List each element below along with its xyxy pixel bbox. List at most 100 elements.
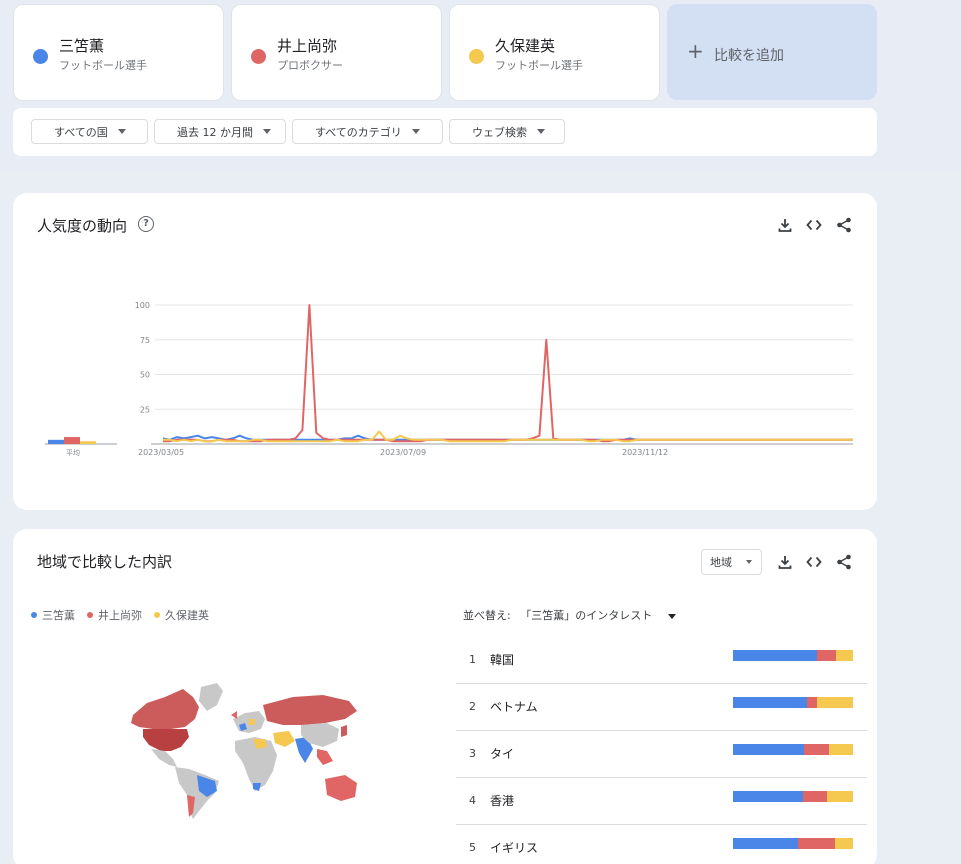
filter-country-label: すべての国	[54, 125, 108, 139]
region-rank-row[interactable]: 3 タイ	[456, 730, 867, 778]
term-card-3[interactable]: 久保建英 フットボール選手	[449, 4, 660, 101]
map-region-greenland[interactable]	[199, 683, 223, 711]
rank-share-bar	[733, 838, 853, 849]
filter-search-type[interactable]: ウェブ検索	[449, 119, 565, 144]
rank-share-bar	[733, 744, 853, 755]
map-region-japan[interactable]	[341, 725, 347, 737]
share-segment-3	[816, 697, 853, 708]
share-segment-2	[802, 791, 827, 802]
map-region-germany[interactable]	[249, 719, 255, 725]
region-rank-row[interactable]: 5 イギリス	[456, 824, 867, 864]
world-map[interactable]	[113, 679, 363, 824]
legend-item-2: 井上尚弥	[87, 607, 142, 623]
map-region-uk[interactable]	[231, 711, 237, 719]
rank-region-name: イギリス	[490, 841, 539, 855]
region-rank-row[interactable]: 2 ベトナム	[456, 683, 867, 731]
caret-down-icon	[117, 129, 126, 134]
rank-share-bar	[733, 650, 853, 661]
share-segment-1	[733, 838, 798, 849]
region-breakdown-card: 地域で比較した内訳 地域 三笘薫 井上尚弥 久保建英 並べ替え: 「三笘薫」のイ…	[13, 529, 877, 864]
share-segment-2	[807, 697, 817, 708]
legend-item-3: 久保建英	[154, 607, 209, 623]
google-trends-page: 三笘薫 フットボール選手 井上尚弥 プロボクサー 久保建英 フットボール選手 +…	[0, 0, 961, 864]
y-tick-label: 75	[140, 336, 150, 345]
y-tick-label: 50	[140, 371, 150, 380]
plus-icon: +	[687, 39, 704, 63]
filter-country[interactable]: すべての国	[31, 119, 148, 144]
rank-region-name: ベトナム	[490, 700, 538, 714]
term-card-2[interactable]: 井上尚弥 プロボクサー	[231, 4, 442, 101]
share-segment-3	[826, 791, 853, 802]
term-card-1[interactable]: 三笘薫 フットボール選手	[13, 4, 224, 101]
share-segment-3	[836, 650, 853, 661]
region-level-select[interactable]: 地域	[701, 549, 762, 575]
legend-label-2: 井上尚弥	[98, 609, 142, 622]
average-bar	[48, 439, 64, 444]
rank-share-bar	[733, 697, 853, 708]
term-color-dot-3	[469, 49, 484, 64]
interest-over-time-card: 人気度の動向 ? 100 75 50 25 平均 2023/03/05 2023/07/09…	[13, 193, 877, 510]
filter-period[interactable]: 過去 12 か月間	[154, 119, 286, 144]
legend-dot-1	[31, 612, 37, 618]
legend-dot-2	[87, 612, 93, 618]
caret-down-icon	[667, 613, 676, 619]
rank-number: 1	[469, 653, 476, 666]
sort-value: 「三笘薫」のインタレスト	[520, 609, 653, 622]
average-label: 平均	[66, 448, 80, 457]
region-breakdown-title: 地域で比較した内訳	[37, 553, 173, 571]
map-region-mexico[interactable]	[151, 749, 177, 767]
map-region-australia[interactable]	[325, 775, 357, 801]
map-region-russia[interactable]	[263, 695, 357, 725]
share-segment-2	[797, 838, 835, 849]
compare-header-band: 三笘薫 フットボール選手 井上尚弥 プロボクサー 久保建英 フットボール選手 +…	[0, 0, 961, 172]
map-region-usa[interactable]	[143, 729, 189, 751]
filter-period-label: 過去 12 か月間	[177, 125, 253, 139]
share-segment-3	[834, 838, 853, 849]
region-rank-row[interactable]: 4 香港	[456, 777, 867, 825]
caret-down-icon	[411, 129, 420, 134]
region-legend: 三笘薫 井上尚弥 久保建英	[31, 607, 209, 623]
share-segment-2	[803, 744, 829, 755]
rank-region-name: 韓国	[490, 653, 515, 667]
rank-number: 3	[469, 747, 476, 760]
sort-control[interactable]: 並べ替え: 「三笘薫」のインタレスト	[463, 607, 676, 623]
y-tick-label: 100	[135, 301, 150, 310]
filter-search-type-label: ウェブ検索	[472, 125, 527, 139]
rank-share-bar	[733, 791, 853, 802]
share-icon[interactable]	[835, 553, 853, 571]
region-rank-row[interactable]: 1 韓国	[456, 636, 867, 684]
term-name-1: 三笘薫	[59, 37, 105, 55]
x-tick-label: 2023/03/05	[138, 448, 184, 457]
sort-prefix: 並べ替え:	[463, 609, 511, 622]
term-color-dot-2	[251, 49, 266, 64]
filter-category-label: すべてのカテゴリ	[315, 125, 402, 139]
map-region-south-africa[interactable]	[253, 783, 261, 791]
x-tick-label: 2023/11/12	[622, 448, 668, 457]
caret-down-icon	[746, 560, 752, 564]
download-icon[interactable]	[776, 553, 794, 571]
interest-over-time-chart: 100 75 50 25 平均 2023/03/05 2023/07/09 2023/11/1…	[45, 301, 853, 457]
filter-bar: すべての国 過去 12 か月間 すべてのカテゴリ ウェブ検索	[13, 108, 877, 156]
term-sub-1: フットボール選手	[59, 59, 147, 72]
legend-dot-3	[154, 612, 160, 618]
legend-label-1: 三笘薫	[42, 609, 75, 622]
rank-number: 2	[469, 700, 476, 713]
term-name-3: 久保建英	[495, 37, 556, 55]
average-bar	[64, 437, 80, 444]
caret-down-icon	[537, 129, 545, 134]
term-sub-2: プロボクサー	[277, 59, 343, 72]
x-tick-label: 2023/07/09	[380, 448, 426, 457]
region-level-label: 地域	[710, 556, 732, 569]
average-bar	[80, 441, 96, 444]
map-region-southeast-asia[interactable]	[317, 749, 333, 765]
map-region-canada[interactable]	[131, 689, 199, 729]
share-segment-1	[733, 650, 817, 661]
map-region-middle-east[interactable]	[273, 731, 295, 747]
legend-item-1: 三笘薫	[31, 607, 75, 623]
embed-icon[interactable]	[805, 553, 823, 571]
rank-number: 5	[469, 841, 476, 854]
rank-number: 4	[469, 794, 476, 807]
add-compare-button[interactable]: + 比較を追加	[667, 4, 877, 100]
filter-category[interactable]: すべてのカテゴリ	[292, 119, 443, 144]
share-segment-2	[817, 650, 837, 661]
